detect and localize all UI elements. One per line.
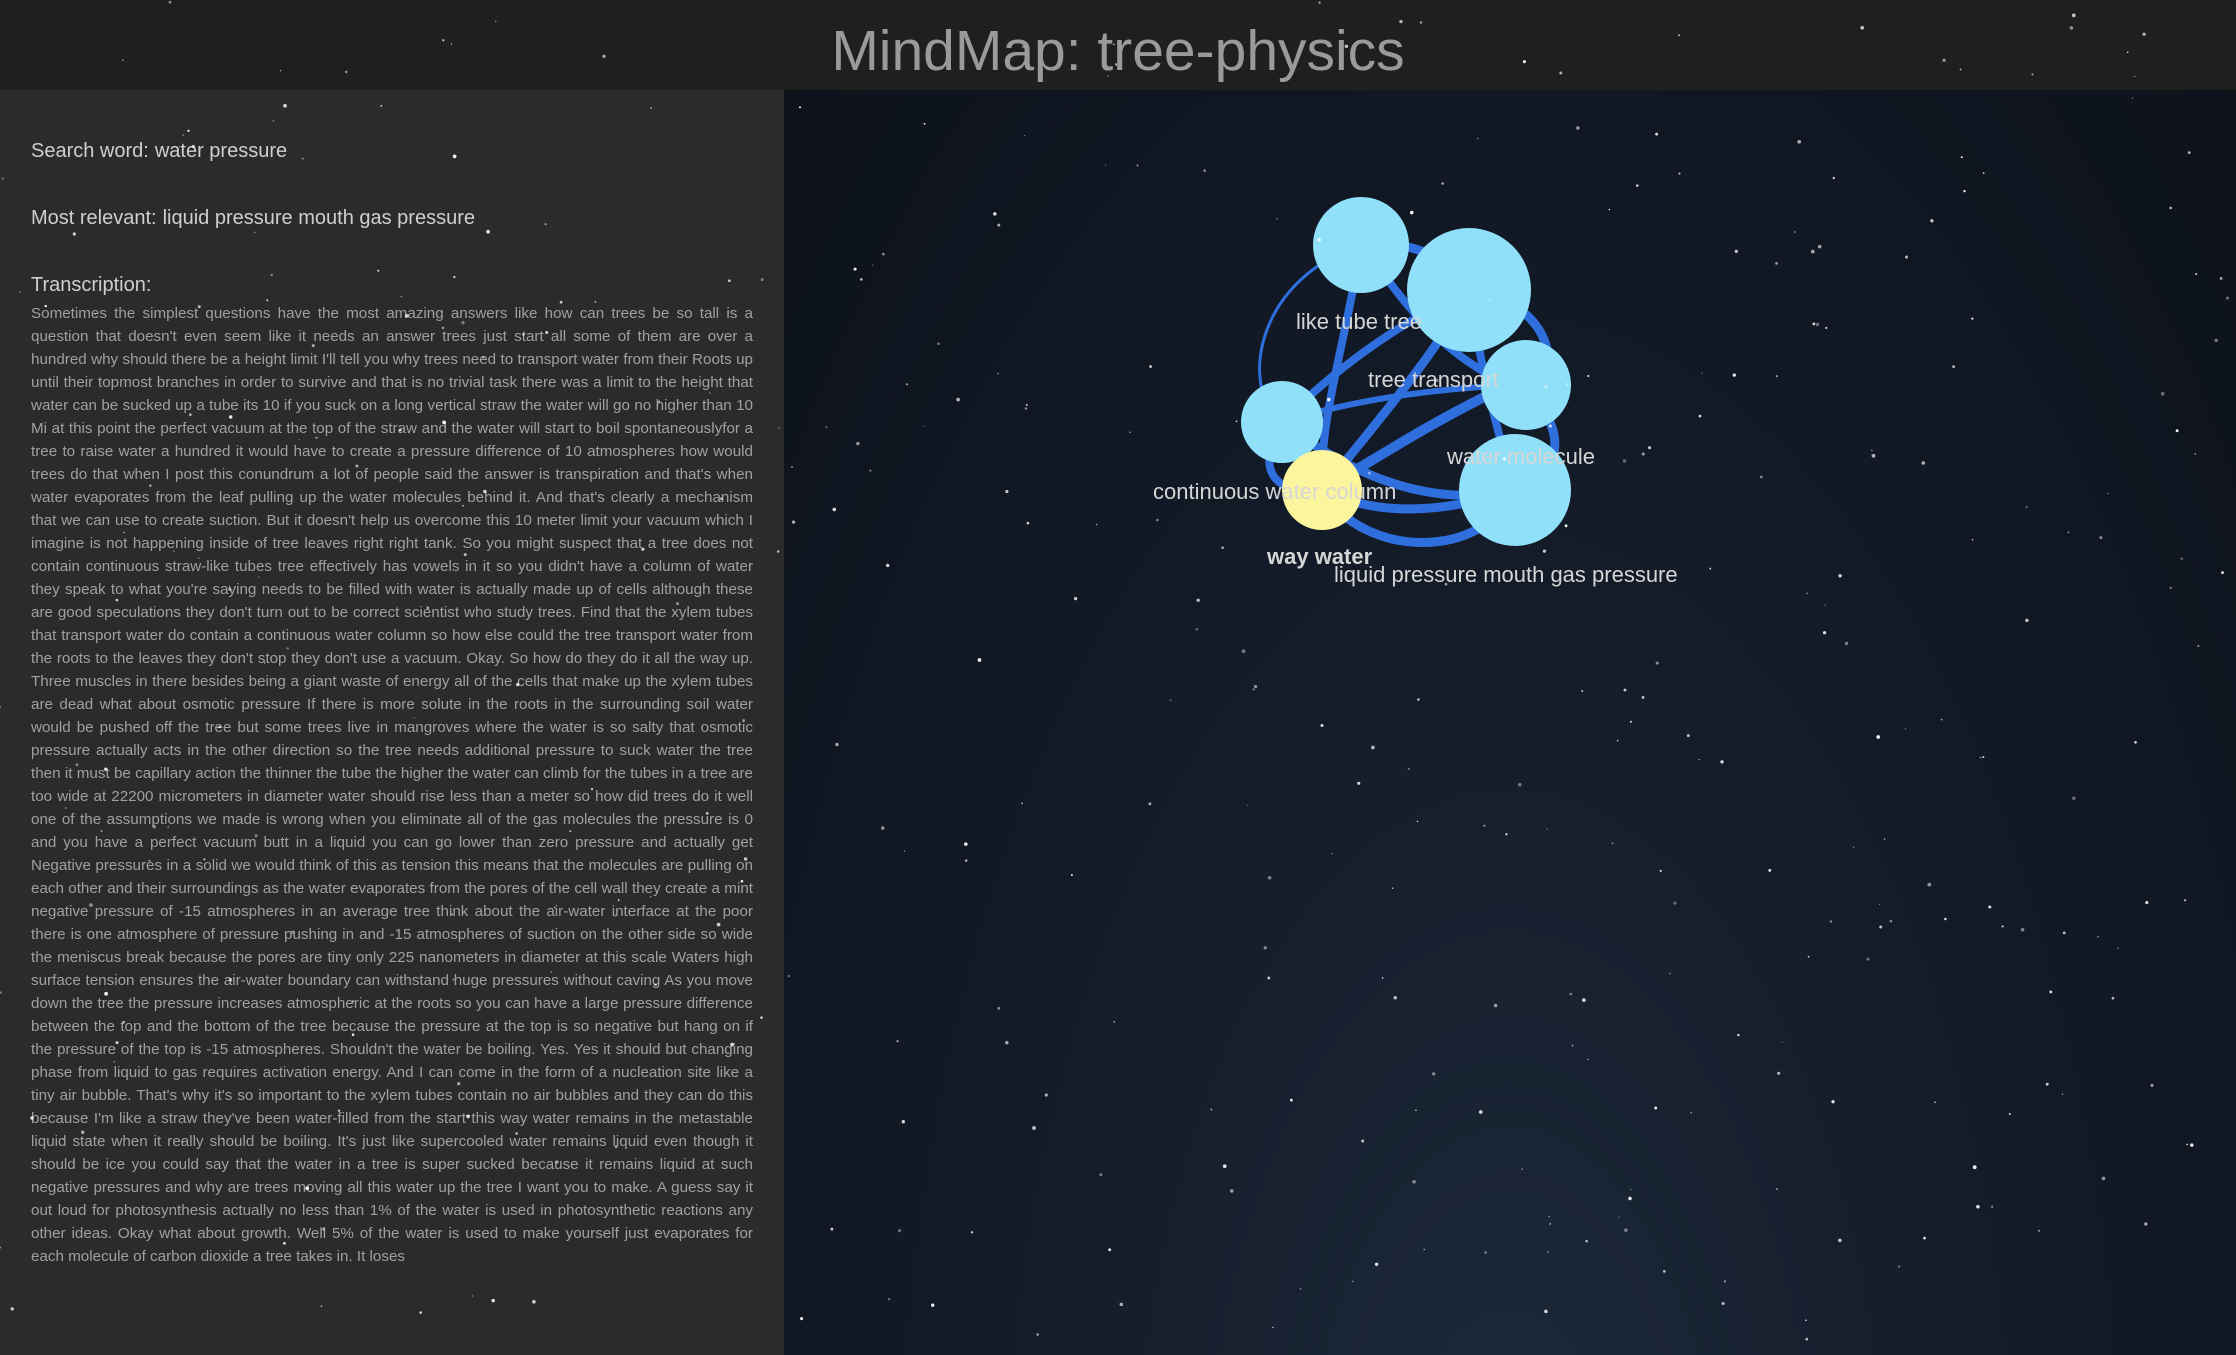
search-word-label: Search word: — [31, 140, 149, 162]
info-sidebar: Search word: water pressure Most relevant… — [0, 90, 784, 1355]
page-title: MindMap: tree-physics — [831, 19, 1405, 83]
most-relevant-line: Most relevant: liquid pressure mouth gas … — [31, 207, 475, 230]
node-label-liquid-pressure: liquid pressure mouth gas pressure — [1334, 562, 1678, 587]
header-bar: MindMap: tree-physics — [0, 0, 2236, 90]
most-relevant-value: liquid pressure mouth gas pressure — [162, 207, 475, 229]
graph-canvas[interactable]: like tube tree tree transport water mole… — [784, 90, 2236, 1355]
search-word-value: water pressure — [154, 140, 288, 162]
mindmap-app: MindMap: tree-physics Search word: water … — [0, 0, 2236, 1355]
most-relevant-label: Most relevant: — [31, 207, 157, 229]
graph-node[interactable] — [1407, 228, 1531, 352]
graph-node[interactable] — [1313, 197, 1409, 293]
node-label-continuous-water-column: continuous water column — [1153, 479, 1396, 504]
transcription-heading: Transcription: — [31, 274, 152, 296]
node-label-water-molecule: water molecule — [1446, 444, 1595, 469]
node-label-tree-transport: tree transport — [1368, 367, 1499, 392]
mindmap-graph[interactable]: like tube tree tree transport water mole… — [784, 90, 2236, 1355]
search-word-line: Search word: water pressure — [31, 140, 287, 163]
transcription-text: Sometimes the simplest questions have th… — [31, 305, 753, 1265]
graph-node[interactable] — [1241, 381, 1323, 463]
node-label-like-tube-tree: like tube tree — [1296, 309, 1422, 334]
